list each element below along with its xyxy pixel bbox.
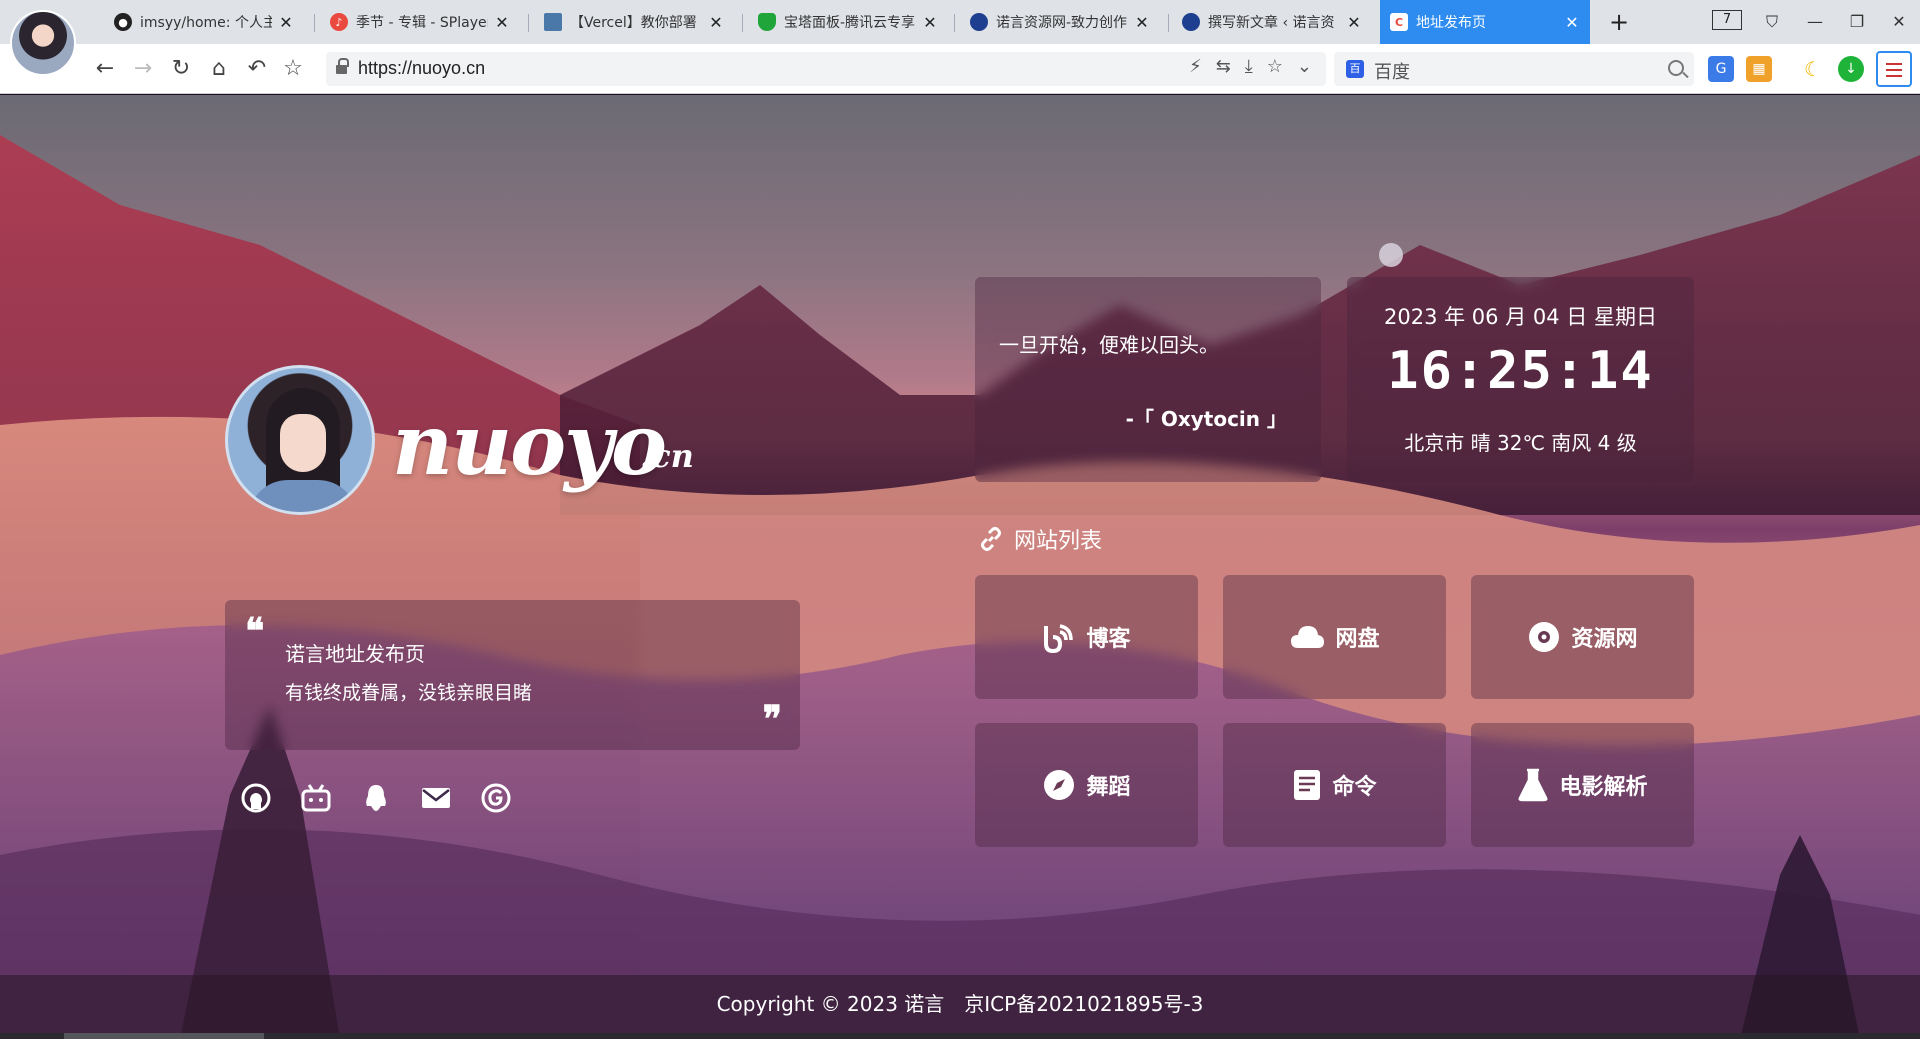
site-icon [1182,13,1200,31]
link-icon [981,527,1001,551]
footer-copyright: Copyright © 2023 诺言 京ICP备2021021895号-3 [716,992,1204,1016]
lock-icon [336,58,349,75]
lightning-icon[interactable]: ⚡ [1189,56,1202,77]
intro-title: 诺言地址发布页 [285,642,425,666]
desert-background [0,135,1920,1039]
music-icon: ♪ [330,13,348,31]
night-mode-icon[interactable]: ☾ [1800,56,1826,82]
minimize-button[interactable]: — [1800,8,1830,36]
tab-bar: ● imsyy/home: 个人主页 ✕ ♪ 季节 - 专辑 - SPlayer… [0,0,1920,76]
tab-count-button[interactable]: 7 [1712,10,1742,30]
time-text: 16:25:14 [1387,341,1654,401]
back-button[interactable]: ← [90,54,120,84]
site-card-command[interactable]: 命令 [1223,723,1446,847]
bookmark-star-icon[interactable]: ☆ [278,54,308,84]
light-dot [1379,243,1403,267]
site-card-dance[interactable]: 舞蹈 [975,723,1198,847]
compass-icon [1044,770,1075,800]
tab-github[interactable]: ● imsyy/home: 个人主页 ✕ [104,6,304,38]
qq-icon[interactable] [358,780,394,816]
forward-button[interactable]: → [128,54,158,84]
download-icon[interactable]: ⤓ [1245,56,1253,77]
hitokoto-source: -「 Oxytocin 」 [1125,407,1287,431]
chevron-down-icon[interactable]: ⌄ [1297,56,1312,77]
site-card-resource[interactable]: 资源网 [1471,575,1694,699]
restore-button[interactable]: ❐ [1842,8,1872,36]
hitokoto-text: 一旦开始，便难以回头。 [999,333,1219,357]
close-icon[interactable]: ✕ [278,13,294,32]
footer: Copyright © 2023 诺言 京ICP备2021021895号-3 [0,975,1920,1033]
page-viewport: nuoyo .cn ❝ 诺言地址发布页 有钱终成眷属，没钱亲眼目睹 ❞ 一旦开始… [0,95,1920,1039]
site-logo-suffix: .cn [640,437,694,475]
site-logo: nuoyo [392,395,667,494]
intro-text: 有钱终成眷属，没钱亲眼目睹 [285,682,533,704]
intro-card: ❝ 诺言地址发布页 有钱终成眷属，没钱亲眼目睹 ❞ [225,600,800,750]
home-button[interactable]: ⌂ [204,54,234,84]
close-icon[interactable]: ✕ [922,13,938,32]
close-icon[interactable]: ✕ [708,13,724,32]
search-icon[interactable] [1668,60,1684,76]
github-icon: ● [114,13,132,31]
translate-icon[interactable]: G [1708,56,1734,82]
book-icon [1294,770,1321,800]
clock-card: 2023 年 06 月 04 日 星期日 16:25:14 北京市 晴 32℃ … [1347,277,1694,482]
site-card-movie[interactable]: 电影解析 [1471,723,1694,847]
apps-grid-icon[interactable]: ▦ [1746,56,1772,82]
tab-new-post[interactable]: 撰写新文章 ‹ 诺言资 ✕ [1172,6,1372,38]
share-icon[interactable]: ⇆ [1216,56,1231,77]
shield-icon [758,13,776,31]
new-tab-button[interactable]: + [1604,6,1634,38]
download-manager-icon[interactable]: ↓ [1838,56,1864,82]
avatar[interactable] [225,365,375,515]
mail-icon[interactable] [418,780,454,816]
menu-button[interactable] [1876,51,1912,87]
close-icon[interactable]: ✕ [1134,13,1150,32]
quote-open-icon: ❝ [245,610,265,652]
bilibili-icon[interactable] [298,780,334,816]
social-links [238,780,514,816]
skin-icon[interactable]: ⛉ [1757,8,1787,36]
quote-close-icon: ❞ [762,698,782,740]
hitokoto-card[interactable]: 一旦开始，便难以回头。 -「 Oxytocin 」 [975,277,1321,482]
weather-text: 北京市 晴 32℃ 南风 4 级 [1404,431,1637,455]
horizontal-scrollbar[interactable] [0,1033,1920,1039]
disc-icon [1529,622,1560,652]
cloud-icon [1291,626,1325,648]
reload-button[interactable]: ↻ [166,54,196,84]
search-input[interactable]: 百 百度 [1334,52,1694,86]
site-card-cloud[interactable]: 网盘 [1223,575,1446,699]
close-icon[interactable]: ✕ [1564,13,1580,32]
close-icon[interactable]: ✕ [1346,13,1362,32]
g-icon[interactable] [478,780,514,816]
close-window-button[interactable]: ✕ [1884,8,1914,36]
tab-address-page[interactable]: C 地址发布页 ✕ [1380,0,1590,44]
url-input[interactable]: https://nuoyo.cn ⚡ ⇆ ⤓ ☆ ⌄ [326,52,1326,86]
site-list-title: 网站列表 [978,523,1102,555]
tab-resource[interactable]: 诺言资源网-致力创作 ✕ [960,6,1160,38]
close-icon[interactable]: ✕ [494,13,510,32]
flask-icon [1518,768,1548,802]
tab-vercel[interactable]: 【Vercel】教你部署 ✕ [534,6,734,38]
tab-bt-panel[interactable]: 宝塔面板-腾讯云专享 ✕ [748,6,948,38]
baidu-icon: 百 [1346,60,1364,78]
undo-close-button[interactable]: ↶ [242,54,272,84]
profile-avatar[interactable] [10,10,76,76]
site-card-blog[interactable]: 博客 [975,575,1198,699]
github-icon[interactable] [238,780,274,816]
c-icon: C [1390,13,1408,31]
image-icon [544,13,562,31]
site-icon [970,13,988,31]
favorite-star-icon[interactable]: ☆ [1267,56,1283,77]
date-text: 2023 年 06 月 04 日 星期日 [1384,305,1657,329]
address-bar: ← → ↻ ⌂ ↶ ☆ https://nuoyo.cn ⚡ ⇆ ⤓ ☆ ⌄ 百… [0,44,1920,94]
tab-splayer[interactable]: ♪ 季节 - 专辑 - SPlayer ✕ [320,6,520,38]
blog-icon [1044,624,1074,654]
